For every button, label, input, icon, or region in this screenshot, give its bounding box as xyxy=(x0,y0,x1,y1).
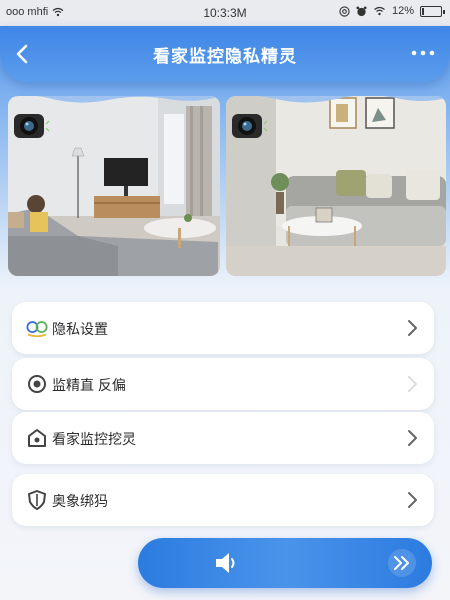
chevron-right-icon xyxy=(408,376,417,392)
menu-label-monitor: 监精直 反偏 xyxy=(52,377,126,393)
header-bar: 看家监控隐私精灵 xyxy=(0,26,450,82)
menu-label-privacy-settings: 隐私设置 xyxy=(52,321,108,337)
speaker-button[interactable] xyxy=(214,551,240,575)
more-dots-icon xyxy=(411,50,435,56)
battery-percent: 12% xyxy=(391,5,414,17)
menu-label-home-monitor: 看家监控挖灵 xyxy=(52,431,136,447)
privacy-toggle-icon xyxy=(26,318,48,338)
menu-item-monitor[interactable]: 监精直 反偏 xyxy=(12,358,434,410)
chevron-right-icon xyxy=(408,492,417,508)
menu-item-binding[interactable]: 奥象绑犸 xyxy=(12,474,434,526)
camera-feeds xyxy=(6,96,446,282)
alarm-icon xyxy=(356,5,367,16)
chevron-right-icon xyxy=(408,430,417,446)
back-button[interactable] xyxy=(8,40,36,68)
chevron-right-icon xyxy=(408,320,417,336)
camera-feed-2[interactable] xyxy=(226,96,446,276)
page-title: 看家监控隐私精灵 xyxy=(153,47,297,66)
more-button[interactable] xyxy=(408,40,438,66)
feed-wave-edge xyxy=(226,96,446,103)
speaker-icon xyxy=(216,553,235,573)
camera-feed-1[interactable] xyxy=(8,96,220,276)
menu-item-home-monitor[interactable]: 看家监控挖灵 xyxy=(12,412,434,464)
circle-target-icon xyxy=(26,374,48,394)
shield-icon xyxy=(26,490,48,510)
wifi-status-icon xyxy=(374,6,385,16)
status-right: 12% xyxy=(339,5,445,17)
menu-item-privacy-settings[interactable]: 隐私设置 xyxy=(12,302,434,354)
forward-button[interactable] xyxy=(388,549,416,577)
menu-label-binding: 奥象绑犸 xyxy=(52,493,108,509)
app-screen: ooo mhfi 10:3:3M 12% 看家监控隐私精灵 隐私设置 监精直 反… xyxy=(0,0,450,600)
battery-icon xyxy=(420,5,445,17)
double-chevron-right-icon xyxy=(394,556,409,570)
camera-icon xyxy=(14,114,50,138)
home-shield-icon xyxy=(26,428,48,448)
feed-wave-edge xyxy=(8,96,220,103)
chevron-left-icon xyxy=(16,44,28,64)
at-icon xyxy=(339,5,350,17)
bottom-control-bar xyxy=(138,538,432,588)
camera-icon xyxy=(232,114,268,138)
status-bar: ooo mhfi 10:3:3M 12% xyxy=(0,0,450,26)
